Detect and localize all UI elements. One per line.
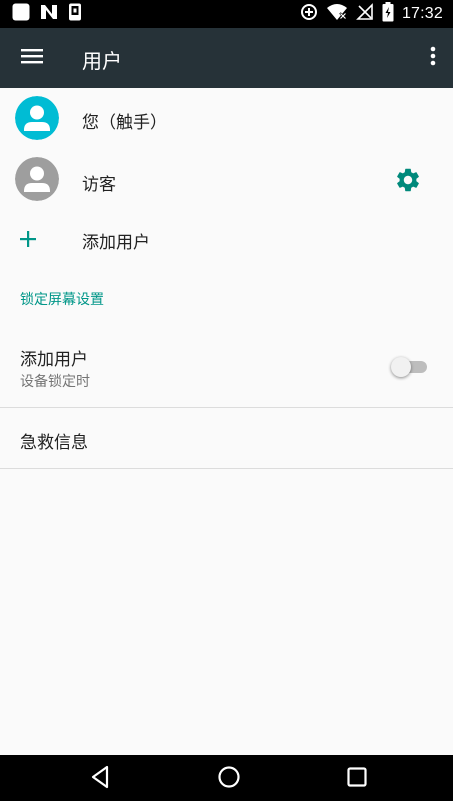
- page-title: 用户: [82, 49, 122, 73]
- back-icon: [89, 765, 111, 793]
- status-bar-right: 17:32: [300, 2, 443, 26]
- status-time: 17:32: [401, 5, 443, 22]
- divider: [0, 468, 453, 469]
- app-icon: [12, 3, 30, 25]
- app-bar: 用户: [0, 28, 453, 88]
- back-button[interactable]: [88, 765, 112, 793]
- status-bar: 17:32: [0, 0, 453, 28]
- home-icon: [217, 765, 241, 793]
- guest-settings-button[interactable]: [394, 166, 422, 194]
- pref-subtitle: 设备锁定时: [20, 374, 90, 390]
- navigation-bar: [0, 755, 453, 801]
- lock-screen-settings-header: 锁定屏幕设置: [20, 292, 104, 308]
- battery-icon: [382, 2, 394, 26]
- n-notification-icon: [40, 3, 58, 25]
- add-user-row[interactable]: 添加用户: [0, 208, 453, 268]
- emergency-info-row[interactable]: 急救信息: [0, 408, 453, 468]
- settings-users-screen: 17:32 用户 您（触手） 访客 添加用户 锁定屏幕设置 添加用户 设备锁定时…: [0, 0, 453, 801]
- home-button[interactable]: [217, 765, 241, 793]
- no-signal-icon: [356, 3, 374, 25]
- emergency-info-label: 急救信息: [20, 433, 88, 453]
- plus-icon: [19, 230, 37, 252]
- recents-button[interactable]: [345, 767, 369, 791]
- more-options-button[interactable]: [419, 42, 447, 74]
- data-saver-icon: [300, 3, 318, 25]
- user-name: 您（触手）: [82, 113, 167, 133]
- pref-title: 添加用户: [20, 350, 88, 370]
- gear-icon: [394, 168, 422, 198]
- wifi-icon: [326, 3, 348, 25]
- more-vertical-icon: [430, 46, 436, 70]
- status-bar-left: [12, 3, 82, 25]
- avatar: [15, 96, 59, 140]
- user-row-owner[interactable]: 您（触手）: [0, 88, 453, 150]
- add-user-label: 添加用户: [82, 233, 150, 253]
- user-name: 访客: [82, 175, 116, 195]
- hamburger-menu-icon: [21, 48, 43, 68]
- phone-notification-icon: [68, 3, 82, 25]
- add-users-when-locked-pref[interactable]: 添加用户 设备锁定时: [0, 330, 453, 408]
- switch-thumb: [391, 357, 411, 377]
- add-users-when-locked-switch[interactable]: [391, 357, 427, 377]
- user-row-guest[interactable]: 访客: [0, 150, 453, 208]
- navigation-menu-button[interactable]: [16, 44, 48, 72]
- recents-icon: [346, 766, 368, 792]
- avatar: [15, 157, 59, 201]
